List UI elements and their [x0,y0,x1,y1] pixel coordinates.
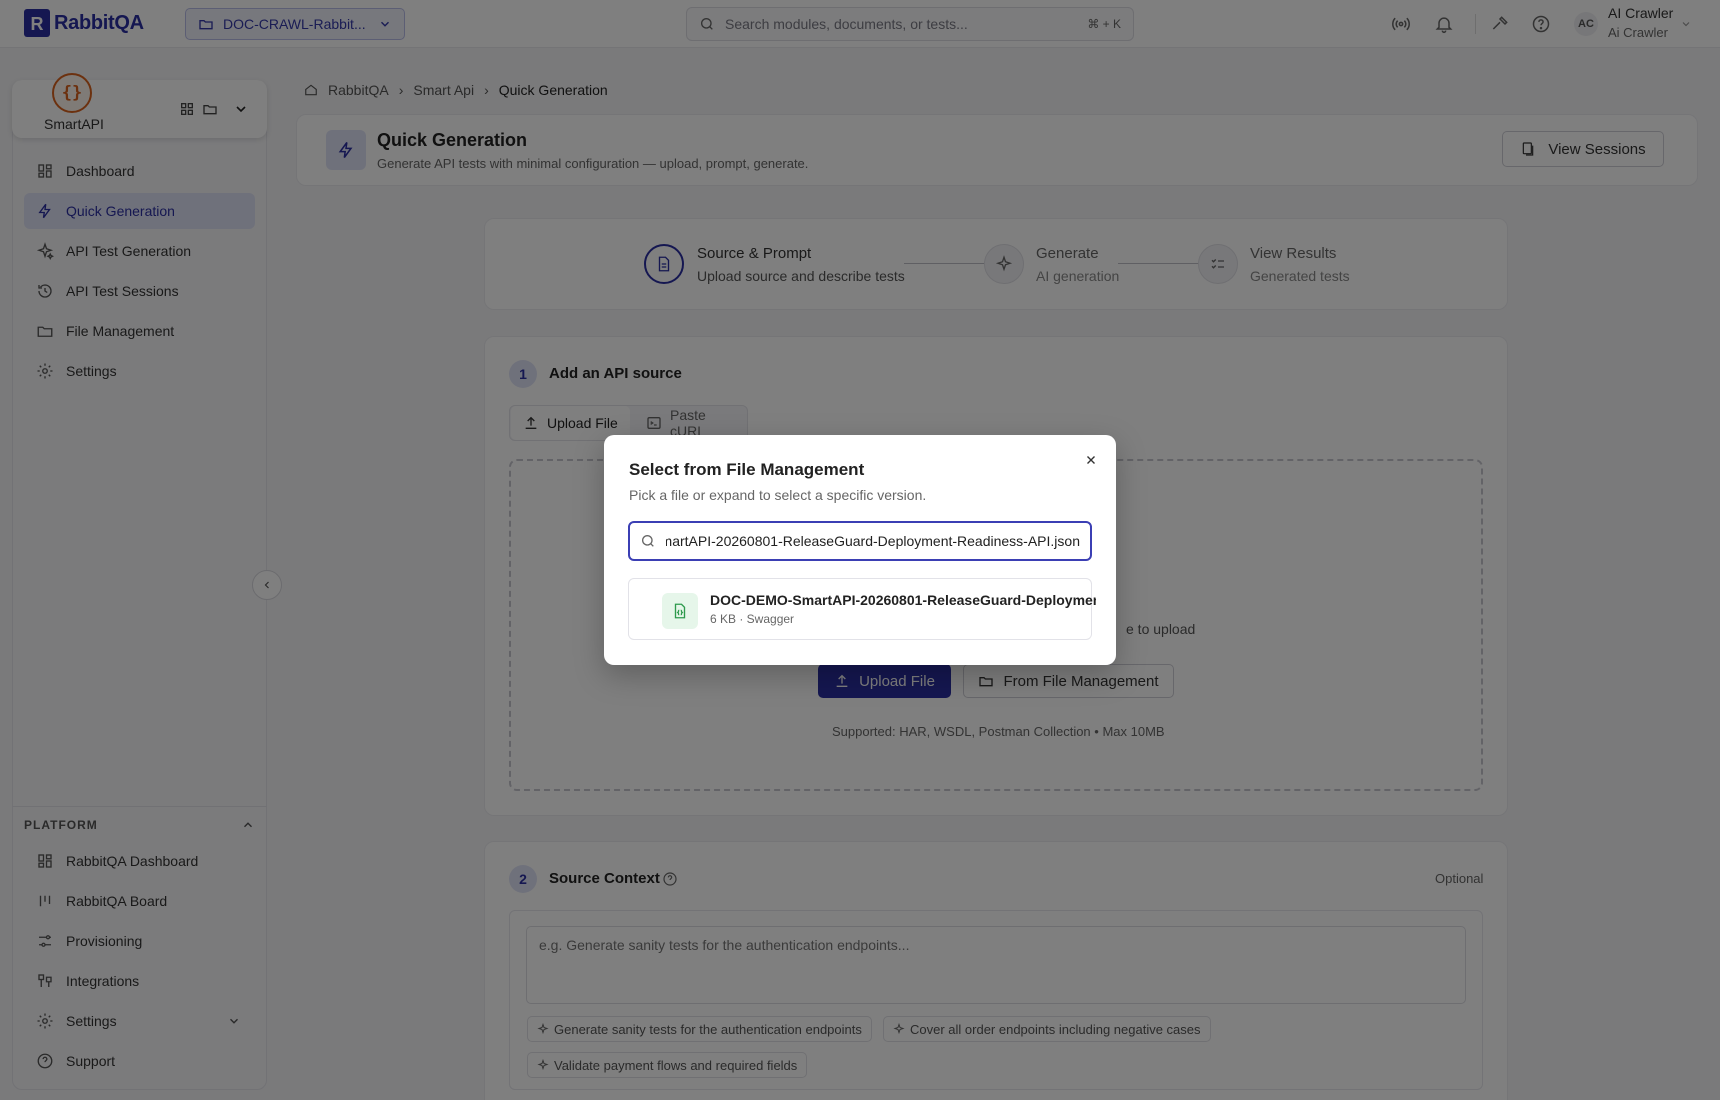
close-icon [1084,453,1098,467]
search-icon [640,533,656,549]
json-file-icon [662,593,698,629]
modal-close-button[interactable] [1081,450,1101,470]
modal-subtitle: Pick a file or expand to select a specif… [629,487,927,503]
file-meta: 6 KB · Swagger [710,612,795,626]
modal-search-input[interactable] [666,533,1080,549]
modal-search[interactable] [628,521,1092,561]
file-name: DOC-DEMO-SmartAPI-20260801-ReleaseGuard-… [710,592,1096,608]
modal-title: Select from File Management [629,460,865,479]
